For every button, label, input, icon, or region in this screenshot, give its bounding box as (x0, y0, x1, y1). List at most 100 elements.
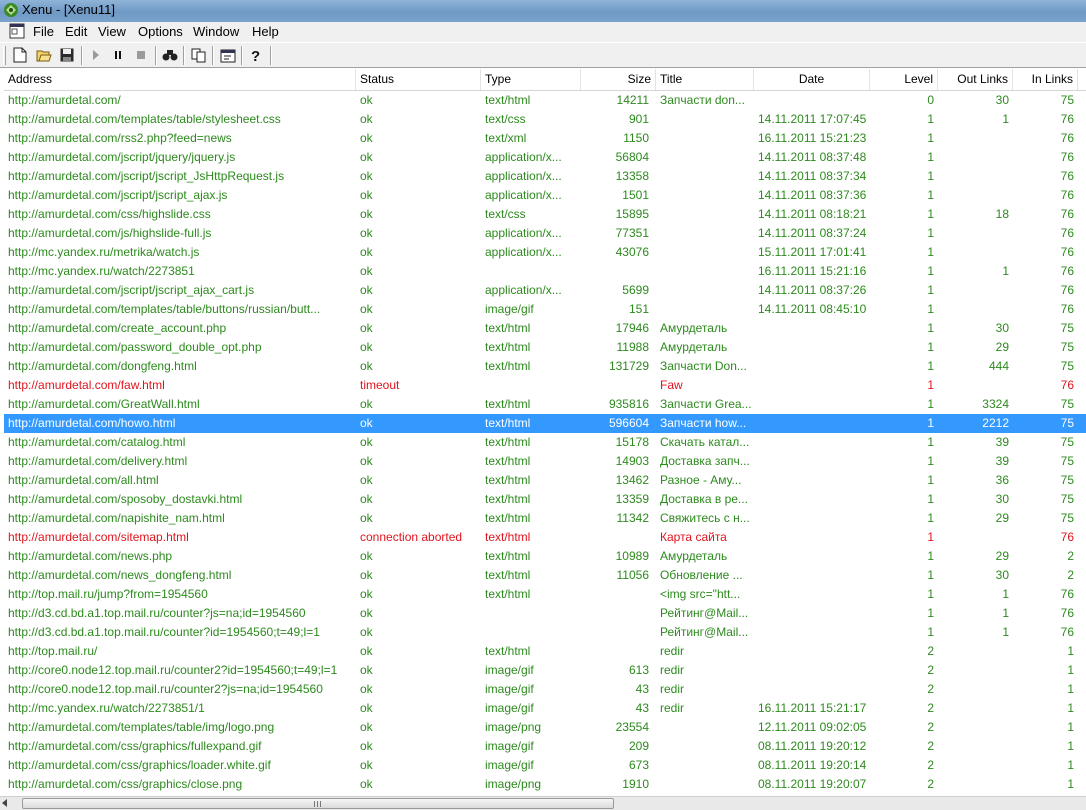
table-row[interactable]: http://amurdetal.com/faw.html timeout Faw 1… (4, 376, 1086, 395)
cell-in-links: 2 (1067, 549, 1074, 563)
menu-view[interactable]: View (98, 24, 126, 39)
table-row[interactable]: http://amurdetal.com/ok text/html 14211 Зап… (4, 91, 1086, 110)
new-button[interactable] (10, 46, 30, 64)
menu-edit[interactable]: Edit (65, 24, 87, 39)
cell-size: 15178 (615, 435, 649, 449)
new-icon (13, 47, 27, 63)
table-row[interactable]: http://mc.yandex.ru/watch/2273851 ok 16.11… (4, 262, 1086, 281)
cell-level: 1 (927, 131, 934, 145)
table-row[interactable]: http://amurdetal.com/css/graphics/close.… (4, 775, 1086, 794)
find-button[interactable] (160, 46, 180, 64)
menu-options[interactable]: Options (138, 24, 183, 39)
table-row[interactable]: http://amurdetal.com/js/highslide-full.j… (4, 224, 1086, 243)
thumb-grip-icon (314, 801, 322, 807)
table-row[interactable]: http://top.mail.ru/ok text/html redir 2 1 (4, 642, 1086, 661)
table-row[interactable]: http://amurdetal.com/sposoby_dostavki.ht… (4, 490, 1086, 509)
cell-level: 1 (927, 207, 934, 221)
cell-date: 16.11.2011 15:21:17 (758, 701, 867, 715)
cell-date: 16.11.2011 15:21:16 (758, 264, 867, 278)
cell-in-links: 76 (1060, 587, 1074, 601)
cell-size: 11988 (616, 340, 649, 354)
table-row[interactable]: http://amurdetal.com/css/graphics/fullex… (4, 737, 1086, 756)
cell-date (754, 642, 870, 661)
cell-size: 935816 (608, 397, 649, 411)
table-row[interactable]: http://amurdetal.com/sitemap.html connect… (4, 528, 1086, 547)
column-address[interactable]: Address (4, 69, 356, 90)
cell-size: 13358 (615, 169, 649, 183)
table-row[interactable]: http://amurdetal.com/GreatWall.html ok tex… (4, 395, 1086, 414)
menu-file[interactable]: File (33, 24, 54, 39)
cell-address: http://amurdetal.com/dongfeng.html (8, 359, 197, 373)
table-row[interactable]: http://top.mail.ru/jump?from=1954560 ok te… (4, 585, 1086, 604)
toolbar-grip[interactable] (3, 46, 6, 65)
column-type[interactable]: Type (481, 69, 581, 90)
cell-type: image/png (485, 777, 542, 791)
table-row[interactable]: http://amurdetal.com/jscript/jscript_aja… (4, 186, 1086, 205)
cell-date: 08.11.2011 19:20:12 (758, 739, 867, 753)
cell-status: ok (360, 492, 373, 506)
cell-date (754, 566, 870, 585)
horizontal-scrollbar[interactable] (0, 796, 1086, 810)
table-row[interactable]: http://amurdetal.com/css/graphics/loader… (4, 756, 1086, 775)
table-row[interactable]: http://amurdetal.com/create_account.php o… (4, 319, 1086, 338)
cell-date (754, 547, 870, 566)
table-row[interactable]: http://amurdetal.com/delivery.html ok text… (4, 452, 1086, 471)
results-list[interactable]: http://amurdetal.com/ok text/html 14211 Зап… (4, 91, 1086, 796)
column-title[interactable]: Title (656, 69, 754, 90)
table-row[interactable]: http://amurdetal.com/all.html ok text/html… (4, 471, 1086, 490)
menu-help[interactable]: Help (252, 24, 279, 39)
cell-level: 2 (927, 739, 934, 753)
cell-date: 08.11.2011 19:20:14 (758, 758, 867, 772)
table-row[interactable]: http://amurdetal.com/dongfeng.html ok text… (4, 357, 1086, 376)
help-button[interactable]: ? (246, 46, 266, 64)
scrollbar-thumb[interactable] (22, 798, 614, 809)
table-row[interactable]: http://amurdetal.com/jscript/jscript_aja… (4, 281, 1086, 300)
cell-address: http://amurdetal.com/css/graphics/loader… (8, 758, 271, 772)
column-in-links[interactable]: In Links (1013, 69, 1078, 90)
column-size[interactable]: Size (581, 69, 656, 90)
table-row[interactable]: http://mc.yandex.ru/watch/2273851/1 ok ima… (4, 699, 1086, 718)
pause-button[interactable] (108, 46, 128, 64)
table-row[interactable]: http://amurdetal.com/catalog.html ok text/… (4, 433, 1086, 452)
table-row[interactable]: http://mc.yandex.ru/metrika/watch.js ok ap… (4, 243, 1086, 262)
table-row[interactable]: http://core0.node12.top.mail.ru/counter2… (4, 661, 1086, 680)
table-row[interactable]: http://d3.cd.bd.a1.top.mail.ru/counter?j… (4, 604, 1086, 623)
table-row-selected[interactable]: http://amurdetal.com/howo.html ok text/htm… (4, 414, 1086, 433)
table-row[interactable]: http://amurdetal.com/napishite_nam.html o… (4, 509, 1086, 528)
properties-button[interactable] (218, 46, 238, 64)
table-row[interactable]: http://amurdetal.com/password_double_opt… (4, 338, 1086, 357)
table-row[interactable]: http://amurdetal.com/news.php ok text/html… (4, 547, 1086, 566)
column-date[interactable]: Date (754, 69, 870, 90)
table-row[interactable]: http://core0.node12.top.mail.ru/counter2… (4, 680, 1086, 699)
table-row[interactable]: http://amurdetal.com/templates/table/sty… (4, 110, 1086, 129)
cell-size: 596604 (608, 416, 649, 430)
table-row[interactable]: http://d3.cd.bd.a1.top.mail.ru/counter?i… (4, 623, 1086, 642)
stop-button[interactable] (131, 46, 151, 64)
table-row[interactable]: http://amurdetal.com/templates/table/img… (4, 718, 1086, 737)
cell-out-links (938, 148, 1013, 167)
cell-out-links (938, 718, 1013, 737)
table-row[interactable]: http://amurdetal.com/css/highslide.css ok… (4, 205, 1086, 224)
menu-window[interactable]: Window (193, 24, 239, 39)
open-button[interactable] (34, 46, 54, 64)
cell-type: text/html (485, 435, 531, 449)
cell-status: ok (360, 587, 373, 601)
cell-status: ok (360, 340, 373, 354)
cell-address: http://top.mail.ru/jump?from=1954560 (8, 587, 208, 601)
play-button[interactable] (86, 46, 106, 64)
save-button[interactable] (57, 46, 77, 64)
copy-button[interactable] (189, 46, 209, 64)
document-window-icon[interactable] (9, 23, 25, 39)
table-row[interactable]: http://amurdetal.com/rss2.php?feed=news o… (4, 129, 1086, 148)
cell-in-links: 75 (1060, 511, 1074, 525)
cell-level: 1 (927, 606, 934, 620)
column-level[interactable]: Level (870, 69, 938, 90)
scroll-left-arrow-icon[interactable] (2, 799, 7, 807)
table-row[interactable]: http://amurdetal.com/jscript/jscript_JsH… (4, 167, 1086, 186)
column-out-links[interactable]: Out Links (938, 69, 1013, 90)
cell-level: 0 (927, 93, 934, 107)
column-status[interactable]: Status (356, 69, 481, 90)
table-row[interactable]: http://amurdetal.com/news_dongfeng.html o… (4, 566, 1086, 585)
table-row[interactable]: http://amurdetal.com/templates/table/but… (4, 300, 1086, 319)
table-row[interactable]: http://amurdetal.com/jscript/jquery/jque… (4, 148, 1086, 167)
